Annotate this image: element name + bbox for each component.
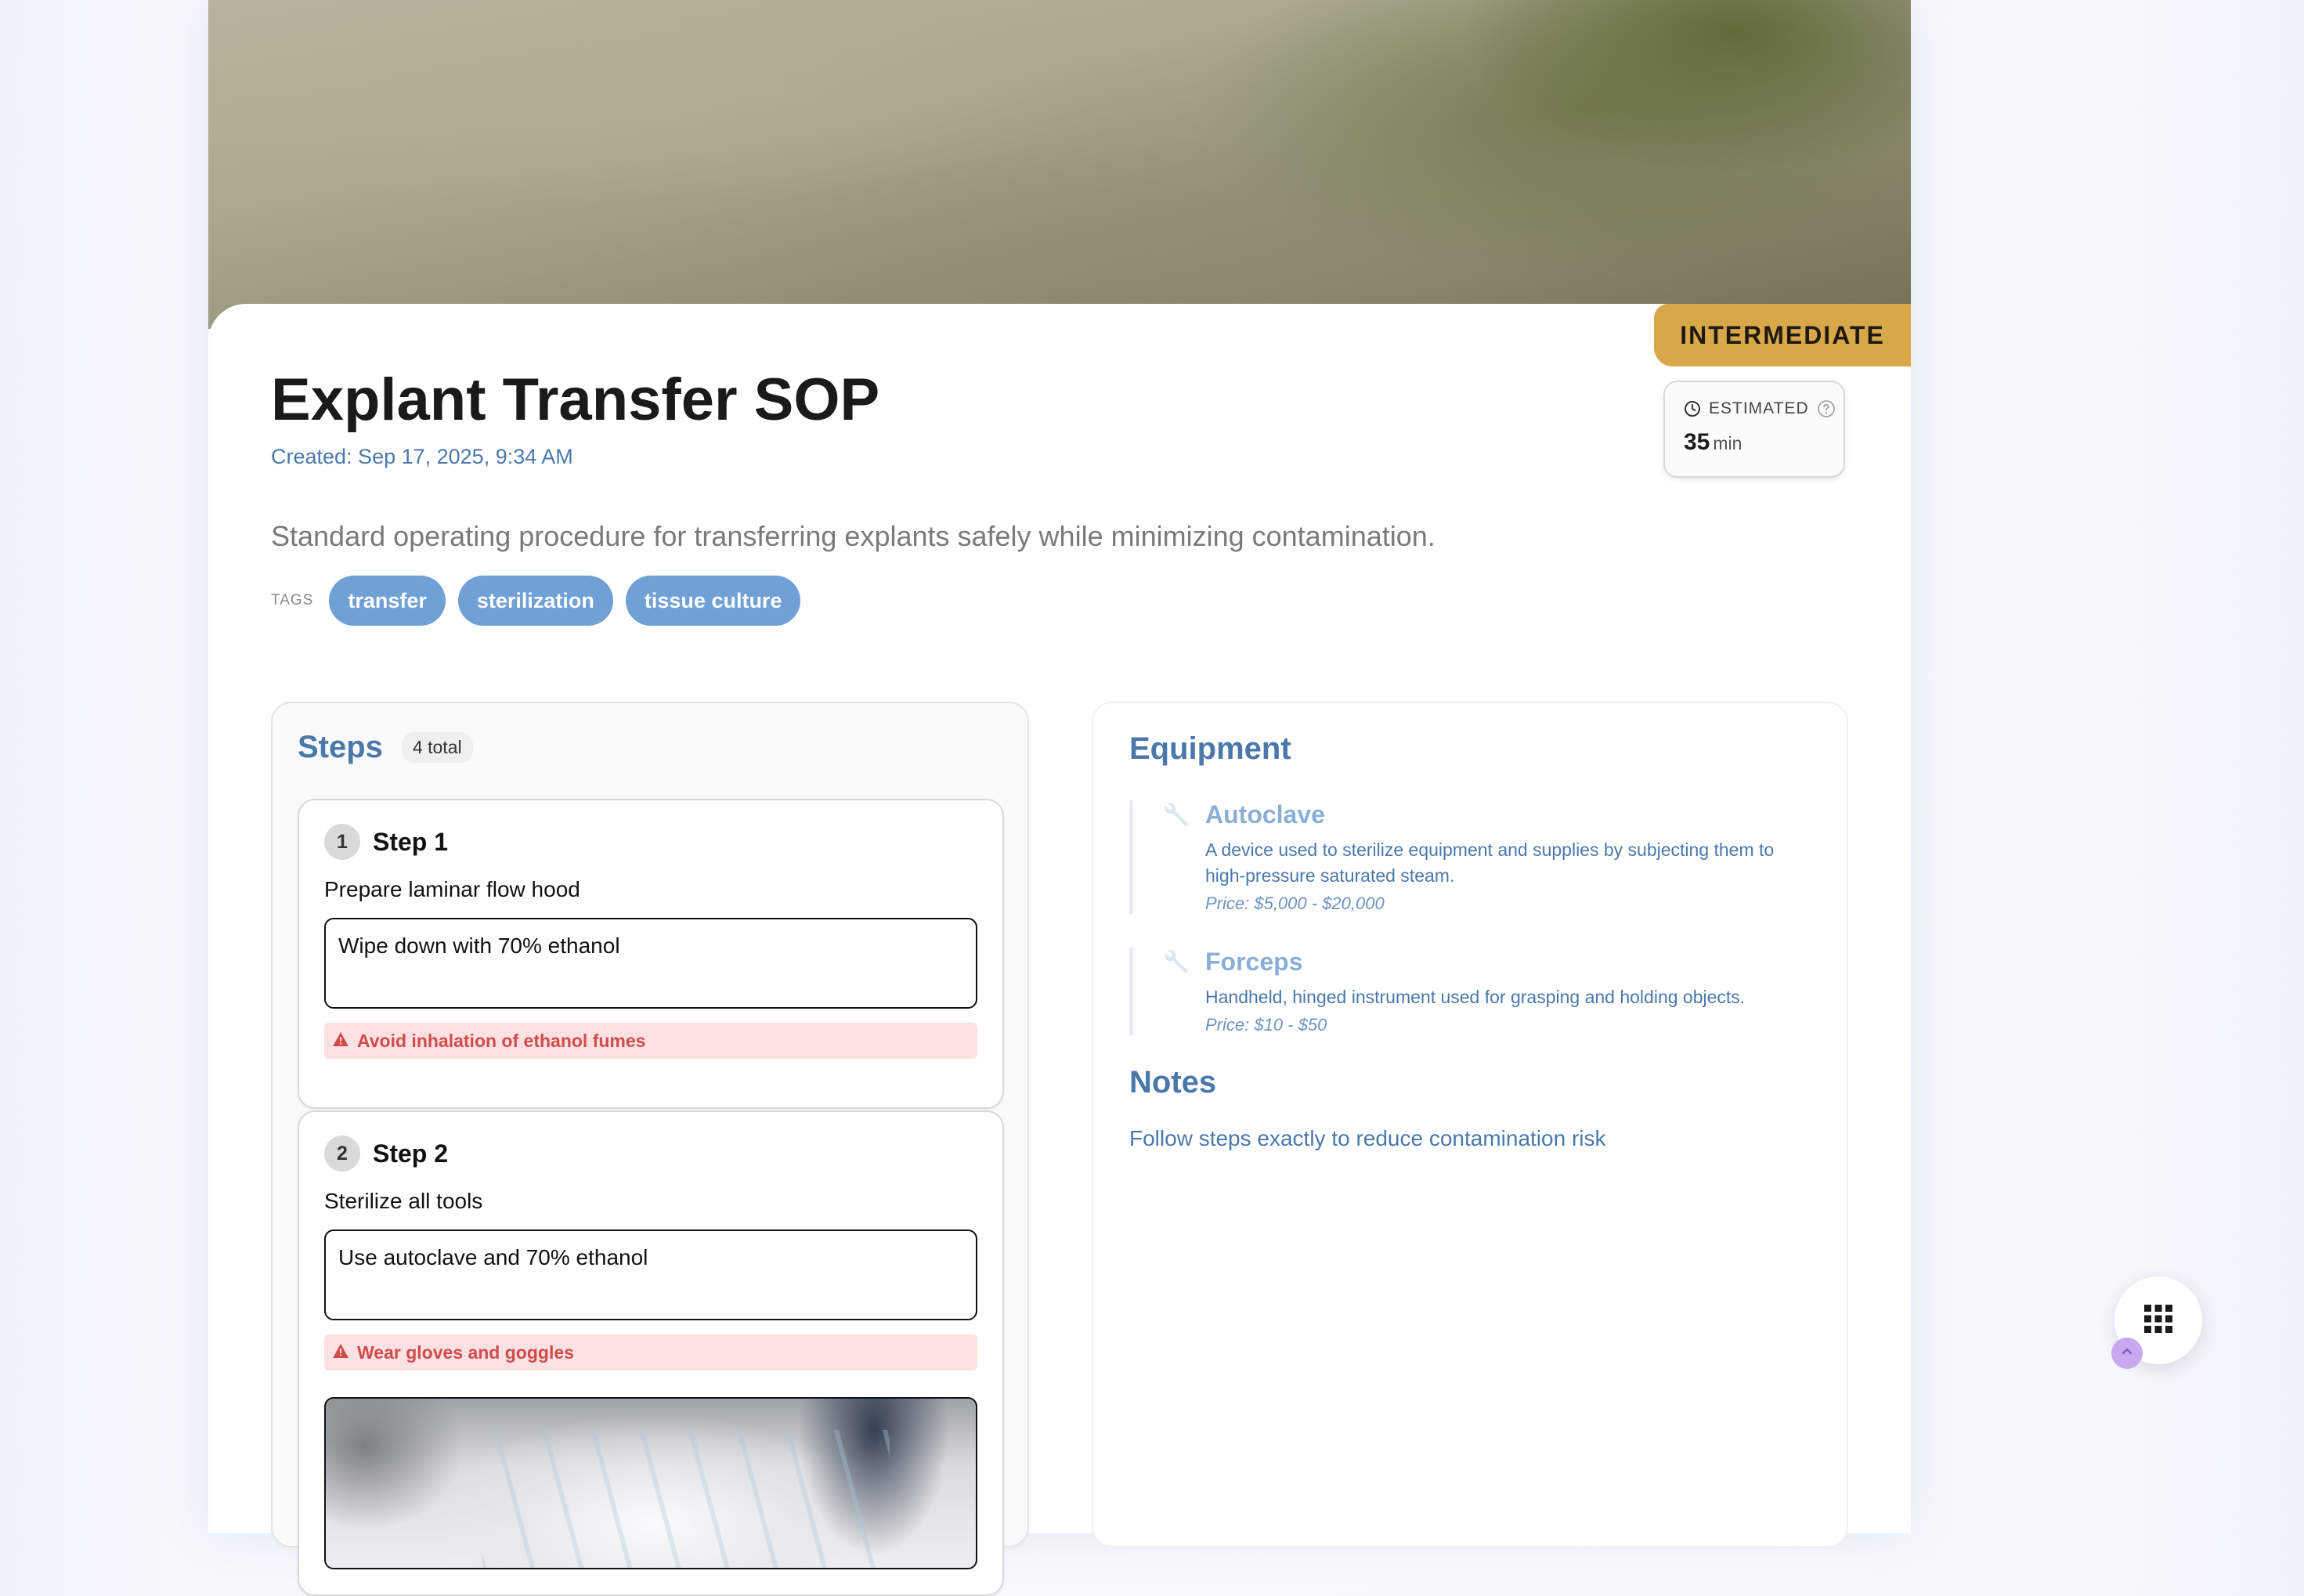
- estimated-header: ESTIMATED: [1684, 399, 1835, 418]
- equipment-description: A device used to sterilize equipment and…: [1205, 840, 1775, 886]
- step-description: Sterilize all tools: [324, 1189, 483, 1213]
- wrench-icon: [1163, 800, 1191, 832]
- step-warning-text: Avoid inhalation of ethanol fumes: [357, 1030, 646, 1051]
- equipment-title: Equipment: [1129, 731, 1291, 766]
- tag-transfer[interactable]: transfer: [329, 576, 446, 626]
- estimated-label: ESTIMATED: [1709, 399, 1809, 417]
- notes-title: Notes: [1129, 1065, 1217, 1100]
- step-warning-text: Wear gloves and goggles: [357, 1341, 574, 1363]
- step-header: 1 Step 1: [324, 824, 448, 860]
- hero-image: [208, 0, 1911, 329]
- step-card: 1 Step 1 Prepare laminar flow hood Wipe …: [298, 799, 1004, 1109]
- steps-panel: Steps 4 total 1 Step 1 Prepare laminar f…: [271, 702, 1029, 1596]
- step-warning: Wear gloves and goggles: [324, 1334, 977, 1370]
- step-title: Step 1: [373, 827, 449, 856]
- estimated-unit: min: [1713, 433, 1742, 453]
- notes-text: Follow steps exactly to reduce contamina…: [1129, 1126, 1606, 1150]
- equipment-price: Price: $5,000 - $20,000: [1205, 894, 1385, 913]
- step-header: 2 Step 2: [324, 1136, 448, 1172]
- tag-sterilization[interactable]: sterilization: [457, 576, 613, 626]
- steps-header: Steps 4 total: [298, 730, 473, 765]
- scroll-top-button[interactable]: [2111, 1338, 2143, 1369]
- step-title: Step 2: [373, 1139, 449, 1168]
- warning-triangle-icon: [332, 1031, 349, 1052]
- equipment-name: Autoclave: [1205, 800, 1325, 829]
- estimated-time-box: ESTIMATED 35 min: [1663, 381, 1845, 478]
- equipment-panel: Equipment Autoclave A device used to ste…: [1092, 702, 1848, 1547]
- equipment-price: Price: $10 - $50: [1205, 1015, 1327, 1035]
- estimated-value: 35 min: [1684, 429, 1825, 456]
- step-detail-field[interactable]: Use autoclave and 70% ethanol: [324, 1229, 977, 1320]
- step-photo: [324, 1397, 977, 1569]
- chevron-up-icon: [2120, 1345, 2134, 1363]
- step-card: 2 Step 2 Sterilize all tools Use autocla…: [298, 1110, 1004, 1596]
- step-warning: Avoid inhalation of ethanol fumes: [324, 1023, 977, 1059]
- equipment-name: Forceps: [1205, 948, 1303, 976]
- created-date: Created: Sep 17, 2025, 9:34 AM: [271, 445, 573, 468]
- step-description: Prepare laminar flow hood: [324, 877, 580, 901]
- equipment-item: Autoclave A device used to sterilize equ…: [1129, 800, 1803, 914]
- wrench-icon: [1163, 948, 1191, 980]
- tags-row: TAGS transfer sterilization tissue cultu…: [271, 575, 801, 626]
- tags-label: TAGS: [271, 592, 314, 608]
- difficulty-badge: INTERMEDIATE: [1654, 304, 1911, 367]
- estimated-minutes: 35: [1684, 429, 1710, 455]
- step-number: 1: [324, 824, 360, 860]
- step-detail-field[interactable]: Wipe down with 70% ethanol: [324, 918, 977, 1009]
- equipment-description: Handheld, hinged instrument used for gra…: [1205, 987, 1746, 1007]
- steps-title: Steps: [298, 730, 383, 764]
- sop-description: Standard operating procedure for transfe…: [271, 520, 1435, 552]
- equipment-item: Forceps Handheld, hinged instrument used…: [1129, 948, 1803, 1035]
- page-title: Explant Transfer SOP: [271, 367, 880, 433]
- help-circle-icon[interactable]: [1817, 399, 1836, 418]
- steps-count-badge: 4 total: [401, 732, 473, 763]
- tag-tissue-culture[interactable]: tissue culture: [625, 576, 801, 626]
- apps-grid-icon: [2143, 1304, 2173, 1338]
- sop-page: INTERMEDIATE ESTIMATED 35min Explant Tr: [208, 0, 1911, 1596]
- step-number: 2: [324, 1136, 360, 1172]
- warning-triangle-icon: [332, 1342, 349, 1363]
- clock-icon: [1684, 400, 1701, 417]
